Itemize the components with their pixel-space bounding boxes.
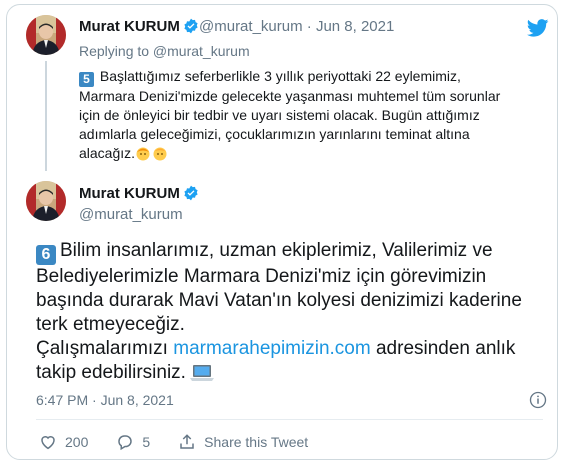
avatar[interactable] [26,15,66,55]
tweet-timestamp[interactable]: 6:47 PM · Jun 8, 2021 [36,392,174,408]
child-emoji-icon [136,147,150,161]
reply-icon [118,435,133,451]
heart-icon [41,436,55,450]
keycap-5-emoji: 5 [79,72,94,87]
like-button[interactable]: 200 [39,433,88,451]
keycap-6-emoji: 6 [36,245,56,265]
avatar[interactable] [26,181,66,221]
laptop-emoji-icon [189,365,214,381]
tweet-line: terk etmeyeceğiz. [36,314,185,335]
baby-emoji-icon [153,147,167,161]
quoted-line: için de önleyici bir tedbir ve uyarı sis… [79,107,480,123]
tweet-line-prefix: Çalışmalarımızı [36,338,174,359]
tweet-line: takip edebilirsiniz. [36,362,186,383]
tweet-line-suffix: adresinden anlık [370,338,516,359]
tweet-date[interactable]: Jun 8, 2021 [316,18,394,35]
replying-to-label[interactable]: Replying to @murat_kurum [79,43,250,59]
author-name[interactable]: Murat KURUM [79,185,199,202]
tweet-line: Belediyelerimizle Marmara Denizi'miz içi… [36,266,487,287]
main-tweet-text: 6 Bilim insanlarımız, uzman ekiplerimiz, … [36,239,546,385]
twitter-bird-icon[interactable] [527,19,549,37]
quoted-line: alacağız. [79,145,136,161]
quoted-line: Başlattığımız seferberlikle 3 yıllık per… [99,68,461,84]
tweet-line: başında durarak Mavi Vatan'ın kolyesi de… [36,290,522,311]
meta-separator: · [302,18,316,35]
divider [36,419,543,420]
reply-count: 5 [142,434,151,450]
embedded-tweet-card: Murat KURUM @murat_kurum · Jun 8, 2021 R… [6,4,558,460]
verified-badge-icon [184,18,198,34]
thread-connector-line [45,61,47,171]
author-handle[interactable]: @murat_kurum [79,206,183,223]
like-count: 200 [65,434,89,450]
reply-button[interactable]: 5 [116,433,150,451]
tweet-meta: @murat_kurum · Jun 8, 2021 [199,18,394,35]
quoted-line: adımlarla geleceğimizi, çocuklarımızın y… [79,126,470,142]
quoted-tweet-text: 5 Başlattığımız seferberlikle 3 yıllık p… [79,67,539,163]
share-button[interactable]: Share this Tweet [178,433,308,451]
author-name[interactable]: Murat KURUM [79,18,199,35]
author-handle[interactable]: @murat_kurum [199,18,303,35]
tweet-actions: 200 5 Share this Tweet [39,433,336,451]
tweet-line: Bilim insanlarımız, uzman ekiplerimiz, V… [60,240,493,261]
info-icon[interactable] [529,391,547,409]
quoted-line: Marmara Denizi'mizde gelecekte yaşanması… [79,88,501,104]
website-link[interactable]: marmarahepimizin.com [173,338,370,359]
share-label: Share this Tweet [204,434,309,450]
verified-badge-icon [184,185,198,201]
share-icon [180,434,194,449]
